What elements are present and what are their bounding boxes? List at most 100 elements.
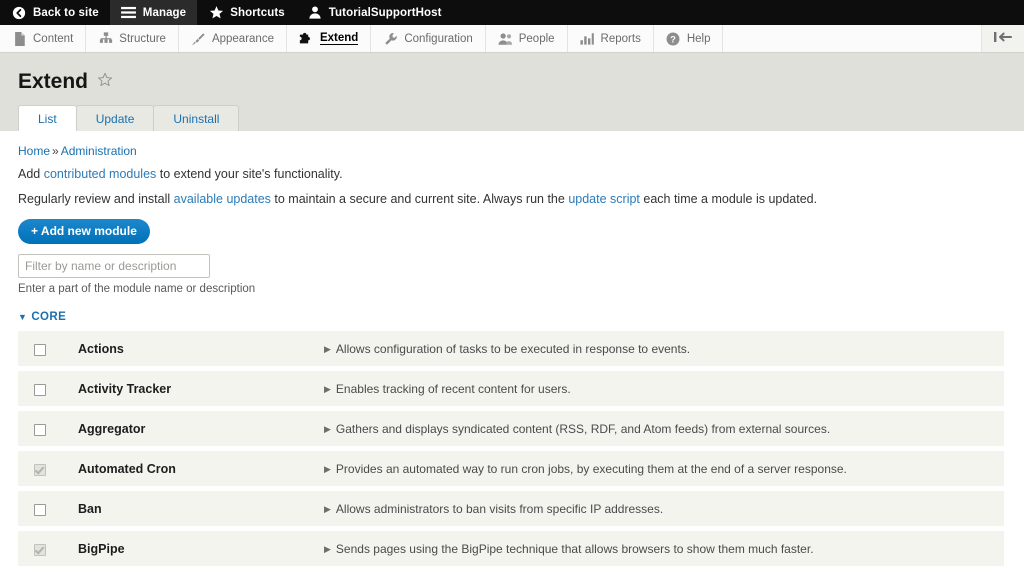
toolbar-item-structure[interactable]: Structure (86, 25, 179, 52)
breadcrumb-separator: » (52, 144, 59, 158)
module-enable-checkbox-activity-tracker[interactable] (34, 383, 46, 396)
admin-bar-label: TutorialSupportHost (328, 6, 442, 19)
module-group-label: CORE (31, 311, 67, 323)
module-enable-checkbox-aggregator[interactable] (34, 423, 46, 436)
table-row[interactable]: Activity Tracker ▶ Enables tracking of re… (18, 371, 1004, 406)
tab-list[interactable]: List (18, 105, 77, 131)
tab-label: Update (95, 112, 135, 126)
chevron-right-icon[interactable]: ▶ (324, 384, 331, 394)
hamburger-icon (121, 5, 137, 21)
toolbar-item-configuration[interactable]: Configuration (371, 25, 486, 52)
admin-bar-item-manage[interactable]: Manage (109, 0, 198, 25)
primary-tabs: List Update Uninstall (0, 105, 1024, 131)
paintbrush-icon (191, 31, 206, 46)
tab-label: Uninstall (173, 112, 220, 126)
module-enable-checkbox-ban[interactable] (34, 503, 46, 516)
admin-bar-item-shortcuts[interactable]: Shortcuts (197, 0, 296, 25)
breadcrumb: Home» Administration (18, 144, 1006, 158)
question-mark-icon: ? (666, 31, 681, 46)
module-enable-checkbox-actions[interactable] (34, 343, 46, 356)
tab-uninstall[interactable]: Uninstall (153, 105, 240, 131)
contributed-modules-link[interactable]: contributed modules (44, 167, 157, 181)
module-filter-input[interactable] (18, 254, 210, 278)
module-enable-cell (18, 331, 78, 366)
intro-text: to extend your site's functionality. (156, 167, 343, 181)
sitemap-icon (98, 31, 113, 46)
toolbar-item-label: Extend (319, 32, 359, 45)
module-description: Allows administrators to ban visits from… (335, 501, 664, 516)
toolbar-item-label: Help (686, 32, 711, 45)
module-enable-cell (18, 531, 78, 566)
module-enable-checkbox-automated-cron (34, 463, 46, 476)
available-updates-link[interactable]: available updates (174, 192, 271, 206)
intro-line-add-modules: Add contributed modules to extend your s… (18, 166, 1006, 182)
table-row[interactable]: Automated Cron ▶ Provides an automated wa… (18, 451, 1004, 486)
module-enable-cell (18, 451, 78, 486)
toolbar-spacer (723, 25, 982, 52)
chevron-right-icon[interactable]: ▶ (324, 504, 331, 514)
chevron-down-icon: ▼ (18, 311, 28, 322)
breadcrumb-link-administration[interactable]: Administration (61, 144, 137, 158)
intro-line-updates: Regularly review and install available u… (18, 191, 1006, 207)
back-arrow-icon (11, 5, 27, 21)
module-description-cell: ▶ Sends pages using the BigPipe technique… (324, 531, 1004, 566)
toolbar-item-label: Configuration (404, 32, 473, 45)
module-group-header-core[interactable]: ▼ CORE (18, 311, 1006, 323)
toolbar-item-label: People (518, 32, 555, 45)
filter-section: Enter a part of the module name or descr… (18, 254, 1006, 295)
page-title-row: Extend (0, 71, 1024, 92)
module-name: Aggregator (78, 411, 324, 446)
toolbar-orientation-toggle[interactable] (982, 25, 1024, 52)
intro-text: Regularly review and install (18, 192, 174, 206)
admin-bar-item-back-to-site[interactable]: Back to site (0, 0, 110, 25)
module-description-cell: ▶ Enables tracking of recent content for … (324, 371, 1004, 406)
add-new-module-button[interactable]: + Add new module (18, 219, 150, 244)
shortcut-star-icon[interactable] (97, 72, 113, 91)
intro-text: to maintain a secure and current site. A… (270, 192, 569, 206)
module-enable-cell (18, 491, 78, 526)
chevron-right-icon[interactable]: ▶ (324, 464, 331, 474)
module-name: Ban (78, 491, 324, 526)
update-script-link[interactable]: update script (568, 192, 640, 206)
toolbar-item-content[interactable]: Content (0, 25, 87, 52)
chevron-right-icon[interactable]: ▶ (324, 424, 331, 434)
admin-bar-label: Shortcuts (230, 6, 285, 19)
star-icon (208, 5, 224, 21)
page-header-band: Extend List Update Uninstall (0, 53, 1024, 131)
module-description: Gathers and displays syndicated content … (335, 421, 831, 436)
module-enable-checkbox-bigpipe (34, 543, 46, 556)
svg-text:?: ? (671, 34, 677, 44)
people-icon (498, 31, 513, 46)
tab-update[interactable]: Update (75, 105, 155, 131)
chevron-right-icon[interactable]: ▶ (324, 344, 331, 354)
module-name: BigPipe (78, 531, 324, 566)
module-description: Allows configuration of tasks to be exec… (335, 341, 691, 356)
module-enable-cell (18, 411, 78, 446)
table-row[interactable]: Ban ▶ Allows administrators to ban visits… (18, 491, 1004, 526)
module-description: Enables tracking of recent content for u… (335, 381, 571, 396)
toolbar-item-people[interactable]: People (486, 25, 568, 52)
toolbar-item-label: Reports (600, 32, 641, 45)
table-row[interactable]: BigPipe ▶ Sends pages using the BigPipe t… (18, 531, 1004, 566)
table-row[interactable]: Actions ▶ Allows configuration of tasks t… (18, 331, 1004, 366)
admin-toolbar-tray: Content Structure Appearance Extend Conf… (0, 25, 1024, 53)
toolbar-item-help[interactable]: ? Help (654, 25, 724, 52)
toolbar-item-reports[interactable]: Reports (568, 25, 654, 52)
toolbar-item-label: Content (33, 32, 74, 45)
toolbar-item-appearance[interactable]: Appearance (179, 25, 287, 52)
module-description-cell: ▶ Allows configuration of tasks to be exe… (324, 331, 1004, 366)
admin-bar-item-user-account[interactable]: TutorialSupportHost (296, 0, 453, 25)
chevron-right-icon[interactable]: ▶ (324, 544, 331, 554)
admin-toolbar-bar: Back to site Manage Shortcuts TutorialSu… (0, 0, 1024, 25)
admin-bar-label: Back to site (33, 6, 99, 19)
module-description: Sends pages using the BigPipe technique … (335, 541, 814, 556)
table-row[interactable]: Aggregator ▶ Gathers and displays syndica… (18, 411, 1004, 446)
admin-bar-label: Manage (142, 6, 187, 19)
puzzle-piece-icon (299, 31, 314, 46)
main-content: Home» Administration Add contributed modu… (0, 131, 1024, 571)
wrench-icon (383, 31, 398, 46)
module-name: Automated Cron (78, 451, 324, 486)
breadcrumb-link-home[interactable]: Home (18, 144, 50, 158)
toolbar-item-label: Structure (119, 32, 166, 45)
toolbar-item-extend[interactable]: Extend (287, 25, 372, 52)
